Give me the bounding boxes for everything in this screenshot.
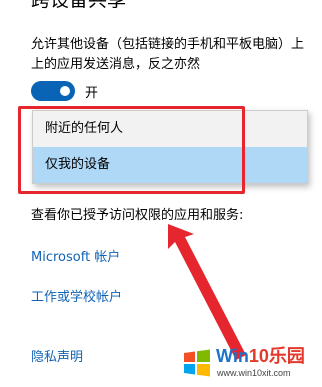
work-school-account-link[interactable]: 工作或学校帐户 [31, 289, 122, 307]
microsoft-account-link[interactable]: Microsoft 帐户 [31, 249, 120, 267]
watermark: Win10乐园 www.win10xit.com [183, 345, 318, 383]
annotation-arrow-icon [168, 224, 246, 360]
watermark-url: www.win10xit.com [217, 368, 291, 378]
watermark-brand-cn: 乐园 [268, 346, 305, 366]
watermark-brand-ten: 10 [248, 346, 269, 366]
watermark-brand-win: Win [216, 346, 249, 366]
apps-access-heading: 查看你已授予访问权限的应用和服务: [31, 208, 244, 223]
watermark-brand: Win10乐园 [216, 345, 305, 367]
privacy-statement-link[interactable]: 隐私声明 [31, 349, 83, 367]
windows-logo-icon [184, 349, 210, 377]
